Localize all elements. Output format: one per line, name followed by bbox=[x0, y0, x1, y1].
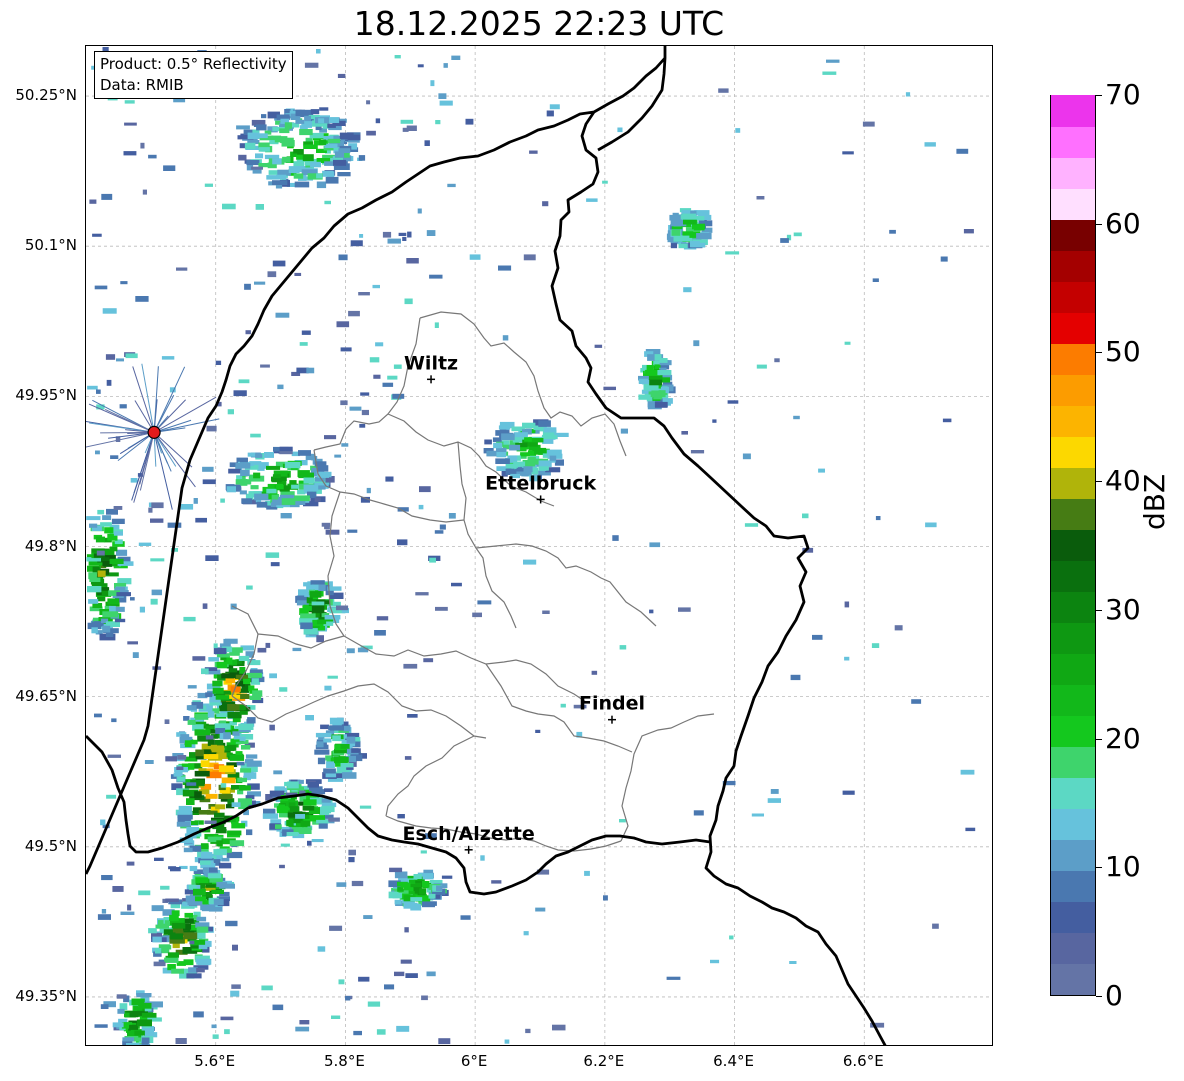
colorbar-segment bbox=[1051, 374, 1095, 406]
city-label: Wiltz bbox=[404, 352, 458, 374]
colorbar-segment bbox=[1051, 684, 1095, 716]
lon-tick-label: 5.8°E bbox=[324, 1052, 365, 1070]
colorbar-segment bbox=[1051, 467, 1095, 499]
colorbar-tick-label: 10 bbox=[1105, 850, 1141, 884]
city-label: Ettelbruck bbox=[485, 472, 596, 494]
colorbar-tick-label: 50 bbox=[1105, 335, 1141, 369]
colorbar-segment bbox=[1051, 219, 1095, 251]
colorbar-tick bbox=[1096, 481, 1102, 483]
colorbar-segment bbox=[1051, 312, 1095, 344]
colorbar-tick-label: 0 bbox=[1105, 979, 1123, 1012]
product-label: Product: 0.5° Reflectivity bbox=[100, 55, 287, 73]
colorbar-tick bbox=[1096, 352, 1102, 354]
map-title: 18.12.2025 22:23 UTC bbox=[353, 4, 725, 43]
radar-site-dot bbox=[147, 425, 161, 439]
colorbar-label: dBZ bbox=[1138, 473, 1171, 530]
lon-tick-label: 6.2°E bbox=[583, 1052, 625, 1070]
colorbar-segment bbox=[1051, 126, 1095, 158]
colorbar-segment bbox=[1051, 839, 1095, 871]
lat-tick-label: 50.25°N bbox=[15, 86, 77, 105]
colorbar-segment bbox=[1051, 622, 1095, 654]
colorbar-tick-label: 60 bbox=[1105, 206, 1141, 240]
colorbar-segment bbox=[1051, 436, 1095, 468]
colorbar-segment bbox=[1051, 932, 1095, 964]
colorbar-tick bbox=[1096, 867, 1102, 869]
colorbar-segment bbox=[1051, 591, 1095, 623]
lon-tick-label: 6.4°E bbox=[713, 1052, 754, 1070]
colorbar-segment bbox=[1051, 777, 1095, 809]
lat-tick-label: 49.65°N bbox=[15, 686, 77, 705]
map-canvas: Wiltz Ettelbruck Findel Esch/Alzette bbox=[86, 46, 992, 1045]
colorbar-tick-label: 40 bbox=[1105, 464, 1141, 498]
colorbar-segment bbox=[1051, 808, 1095, 840]
colorbar-segment bbox=[1051, 746, 1095, 778]
lon-tick-label: 6.6°E bbox=[842, 1052, 884, 1070]
colorbar-segment bbox=[1051, 405, 1095, 437]
colorbar-segment bbox=[1051, 560, 1095, 592]
colorbar-segment bbox=[1051, 95, 1095, 127]
colorbar-tick bbox=[1096, 738, 1102, 740]
dbz-colorbar bbox=[1050, 95, 1096, 996]
lon-tick-label: 6°E bbox=[460, 1052, 488, 1070]
colorbar-segment bbox=[1051, 343, 1095, 375]
colorbar-segment bbox=[1051, 963, 1095, 995]
city-marker: Wiltz bbox=[404, 352, 458, 384]
radar-map[interactable]: Wiltz Ettelbruck Findel Esch/Alzette bbox=[85, 45, 993, 1046]
colorbar-tick bbox=[1096, 95, 1102, 96]
colorbar-tick-label: 30 bbox=[1105, 592, 1141, 626]
city-marker: Findel bbox=[579, 693, 645, 724]
product-info-box: Product: 0.5° Reflectivity Data: RMIB bbox=[94, 51, 293, 99]
colorbar-segment bbox=[1051, 281, 1095, 313]
colorbar-segment bbox=[1051, 901, 1095, 933]
lat-tick-label: 49.95°N bbox=[15, 386, 77, 405]
colorbar-tick-label: 70 bbox=[1105, 78, 1141, 111]
colorbar-tick-label: 20 bbox=[1105, 721, 1141, 755]
city-label: Esch/Alzette bbox=[403, 823, 535, 845]
lat-tick-label: 49.35°N bbox=[15, 986, 77, 1005]
data-source-label: Data: RMIB bbox=[100, 76, 184, 94]
lat-tick-label: 50.1°N bbox=[24, 236, 77, 255]
lon-tick-label: 5.6°E bbox=[194, 1052, 236, 1070]
colorbar-segment bbox=[1051, 715, 1095, 747]
colorbar-segment bbox=[1051, 870, 1095, 902]
radar-site-marker bbox=[147, 425, 161, 439]
colorbar-tick bbox=[1096, 609, 1102, 611]
colorbar-segment bbox=[1051, 653, 1095, 685]
lat-tick-label: 49.5°N bbox=[24, 836, 77, 855]
colorbar-segment bbox=[1051, 188, 1095, 220]
colorbar-segment bbox=[1051, 529, 1095, 561]
city-label: Findel bbox=[579, 693, 645, 715]
lat-tick-label: 49.8°N bbox=[24, 536, 77, 555]
colorbar-segment bbox=[1051, 157, 1095, 189]
colorbar-segment bbox=[1051, 250, 1095, 282]
colorbar-segment bbox=[1051, 498, 1095, 530]
canton-boundaries bbox=[231, 311, 715, 852]
colorbar-tick bbox=[1096, 223, 1102, 225]
city-marker: Esch/Alzette bbox=[403, 823, 535, 854]
city-marker: Ettelbruck bbox=[485, 472, 596, 504]
colorbar-tick bbox=[1096, 996, 1102, 997]
